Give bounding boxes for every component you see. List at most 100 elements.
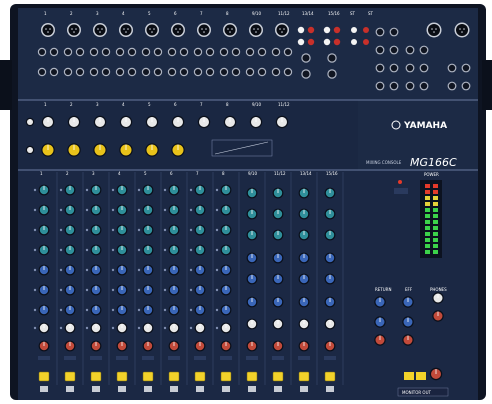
line-input-jack[interactable] <box>89 67 99 77</box>
output-jack[interactable] <box>419 81 429 91</box>
gain-knob[interactable] <box>119 115 133 129</box>
output-jack[interactable] <box>375 27 385 37</box>
strip-knob[interactable] <box>220 224 232 236</box>
strip-knob[interactable] <box>272 229 284 241</box>
strip-knob[interactable] <box>64 244 76 256</box>
strip-knob[interactable] <box>142 224 154 236</box>
strip-knob[interactable] <box>194 264 206 276</box>
rca-jack-red[interactable] <box>307 26 315 34</box>
output-jack[interactable] <box>389 63 399 73</box>
insert-jack[interactable] <box>89 47 99 57</box>
xlr-input-jack[interactable] <box>171 23 185 37</box>
rca-jack-red[interactable] <box>333 26 341 34</box>
on-button[interactable] <box>298 371 310 382</box>
strip-knob[interactable] <box>64 184 76 196</box>
line-input-jack[interactable] <box>257 47 267 57</box>
gain-knob[interactable] <box>275 115 289 129</box>
channel-level-knob[interactable] <box>168 340 180 352</box>
strip-knob[interactable] <box>272 187 284 199</box>
line-input-jack[interactable] <box>153 67 163 77</box>
fader-cap[interactable] <box>248 386 256 392</box>
strip-knob[interactable] <box>38 322 50 334</box>
on-button[interactable] <box>272 371 284 382</box>
strip-knob[interactable] <box>194 224 206 236</box>
output-jack[interactable] <box>447 63 457 73</box>
on-button[interactable] <box>64 371 76 382</box>
stereo-out-xlr-right[interactable] <box>454 22 470 38</box>
xlr-input-jack[interactable] <box>223 23 237 37</box>
channel-level-knob[interactable] <box>90 340 102 352</box>
strip-knob[interactable] <box>38 304 50 316</box>
fader-cap[interactable] <box>274 386 282 392</box>
master-knob[interactable] <box>402 296 414 308</box>
monitor-level-knob[interactable] <box>429 367 443 381</box>
insert-jack[interactable] <box>219 47 229 57</box>
on-button[interactable] <box>194 371 206 382</box>
strip-knob[interactable] <box>246 187 258 199</box>
strip-knob[interactable] <box>116 224 128 236</box>
on-button[interactable] <box>116 371 128 382</box>
output-jack[interactable] <box>419 45 429 55</box>
comp-knob[interactable] <box>171 143 185 157</box>
xlr-input-jack[interactable] <box>249 23 263 37</box>
strip-knob[interactable] <box>38 264 50 276</box>
xlr-input-jack[interactable] <box>67 23 81 37</box>
line-input-jack[interactable] <box>205 47 215 57</box>
line-input-jack[interactable] <box>205 67 215 77</box>
strip-knob[interactable] <box>90 264 102 276</box>
on-button[interactable] <box>142 371 154 382</box>
gain-knob[interactable] <box>197 115 211 129</box>
strip-knob[interactable] <box>142 184 154 196</box>
strip-knob[interactable] <box>142 204 154 216</box>
insert-jack[interactable] <box>193 47 203 57</box>
insert-jack[interactable] <box>245 47 255 57</box>
strip-knob[interactable] <box>168 184 180 196</box>
gain-knob[interactable] <box>249 115 263 129</box>
rca-jack[interactable] <box>363 27 369 33</box>
strip-knob[interactable] <box>168 304 180 316</box>
on-button[interactable] <box>246 371 258 382</box>
gain-knob[interactable] <box>223 115 237 129</box>
line-input-jack[interactable] <box>153 47 163 57</box>
insert-jack[interactable] <box>63 47 73 57</box>
fader-cap[interactable] <box>170 386 178 392</box>
strip-knob[interactable] <box>194 244 206 256</box>
rca-jack[interactable] <box>363 39 369 45</box>
line-input-jack[interactable] <box>75 67 85 77</box>
line-input-jack[interactable] <box>75 47 85 57</box>
line-input-jack[interactable] <box>257 67 267 77</box>
strip-knob[interactable] <box>272 273 284 285</box>
channel-level-knob[interactable] <box>142 340 154 352</box>
xlr-input-jack[interactable] <box>197 23 211 37</box>
insert-jack[interactable] <box>37 47 47 57</box>
output-jack[interactable] <box>375 45 385 55</box>
channel-level-knob[interactable] <box>272 340 284 352</box>
strip-knob[interactable] <box>298 229 310 241</box>
aux-trim-knob[interactable] <box>25 117 35 127</box>
line-input-jack[interactable] <box>219 67 229 77</box>
comp-knob[interactable] <box>93 143 107 157</box>
strip-knob[interactable] <box>64 304 76 316</box>
output-jack[interactable] <box>447 81 457 91</box>
output-jack[interactable] <box>389 45 399 55</box>
strip-knob[interactable] <box>142 264 154 276</box>
channel-level-knob[interactable] <box>324 340 336 352</box>
strip-knob[interactable] <box>90 224 102 236</box>
strip-knob[interactable] <box>90 204 102 216</box>
strip-knob[interactable] <box>168 204 180 216</box>
rca-jack-white[interactable] <box>323 38 331 46</box>
insert-jack[interactable] <box>141 47 151 57</box>
master-knob[interactable] <box>374 316 386 328</box>
rca-jack[interactable] <box>351 39 357 45</box>
line-input-jack[interactable] <box>193 67 203 77</box>
stereo-line-jack[interactable] <box>327 53 337 63</box>
gain-knob[interactable] <box>41 115 55 129</box>
line-input-jack[interactable] <box>37 67 47 77</box>
strip-knob[interactable] <box>324 318 336 330</box>
strip-knob[interactable] <box>168 224 180 236</box>
line-input-jack[interactable] <box>167 67 177 77</box>
comp-knob[interactable] <box>145 143 159 157</box>
gain-knob[interactable] <box>171 115 185 129</box>
strip-knob[interactable] <box>194 184 206 196</box>
strip-knob[interactable] <box>64 322 76 334</box>
